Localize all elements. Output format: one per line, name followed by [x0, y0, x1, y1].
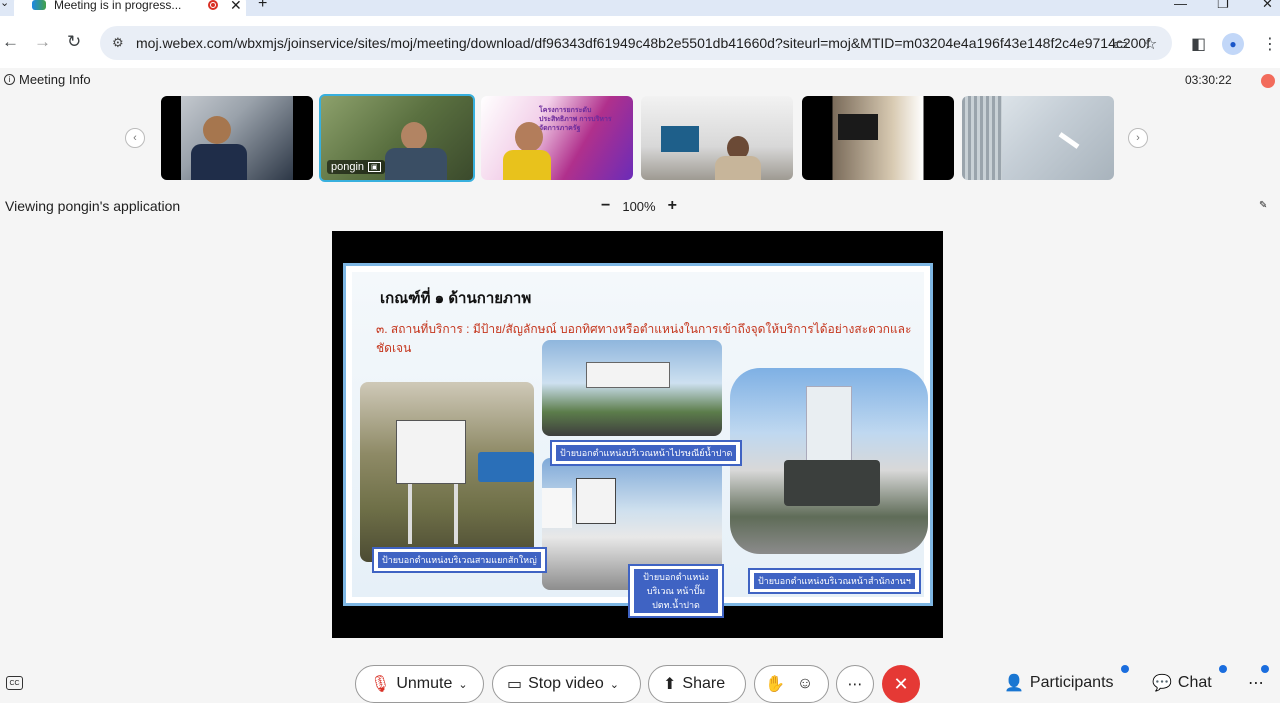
- share-view-bar: Viewing pongin's application − 100% + ✎: [0, 196, 1280, 216]
- video-camera-icon: ▭: [507, 676, 523, 693]
- more-panels-button[interactable]: ⋯: [1248, 673, 1264, 693]
- stop-video-button[interactable]: ▭ Stop video ⌄: [492, 665, 641, 703]
- caption-gas-station: ป้ายบอกตำแหน่งบริเวณ หน้าปั๊ม ปตท.น้ำปาด: [628, 564, 724, 618]
- minimize-window-icon[interactable]: —: [1174, 0, 1187, 11]
- more-dots-icon: ⋯: [847, 676, 863, 693]
- slide-photo-post-office-sign: [542, 340, 722, 436]
- back-icon[interactable]: ←: [2, 32, 19, 52]
- participant-video-pongin[interactable]: pongin ▣: [319, 94, 475, 182]
- site-settings-icon[interactable]: ⚙: [112, 35, 124, 51]
- sharing-screen-icon: ▣: [368, 162, 381, 172]
- chat-bubble-icon: 💬: [1152, 675, 1172, 692]
- close-window-icon[interactable]: ✕: [1262, 0, 1273, 12]
- more-notification-dot: [1261, 665, 1269, 673]
- participant-video-1[interactable]: [161, 96, 313, 180]
- zoom-control: − 100% +: [601, 197, 677, 215]
- strip-previous-icon[interactable]: ‹: [125, 128, 145, 148]
- participant-video-6[interactable]: [962, 96, 1114, 180]
- slide-photo-office-building: [730, 368, 928, 554]
- reactions-emoji-icon[interactable]: ☺: [797, 675, 813, 693]
- zoom-level: 100%: [622, 198, 656, 214]
- browser-tab-meeting[interactable]: Meeting is in progress... ✕: [14, 0, 246, 16]
- browser-menu-icon[interactable]: ⋮: [1262, 34, 1278, 54]
- participant-video-4[interactable]: [641, 96, 793, 180]
- new-tab-button[interactable]: +: [258, 0, 267, 13]
- meeting-info-label: Meeting Info: [19, 72, 91, 87]
- participant-name-label: pongin ▣: [327, 160, 385, 174]
- caption-junction: ป้ายบอกตำแหน่งบริเวณสามแยกสักใหญ่: [372, 547, 547, 573]
- caption-post-office: ป้ายบอกตำแหน่งบริเวณหน้าไปรษณีย์น้ำปาด: [550, 440, 743, 466]
- slide-photo-junction-sign: [360, 382, 534, 562]
- chat-button[interactable]: 💬 Chat: [1152, 673, 1212, 693]
- participant-video-3[interactable]: โครงการยกระดับประสิทธิภาพ การบริหารจัดกา…: [481, 96, 633, 180]
- muted-mic-icon: 🎙: [370, 676, 391, 693]
- forward-icon[interactable]: →: [34, 32, 51, 52]
- participants-notification-dot: [1121, 665, 1129, 673]
- participant-video-5[interactable]: [802, 96, 954, 180]
- chat-notification-dot: [1219, 665, 1227, 673]
- viewing-label: Viewing pongin's application: [5, 198, 181, 214]
- more-dots-icon: ⋯: [1248, 675, 1264, 692]
- chevron-down-icon[interactable]: ⌄: [610, 678, 619, 691]
- restore-window-icon[interactable]: ❐: [1217, 0, 1229, 12]
- share-button[interactable]: ⬆ Share: [648, 665, 746, 703]
- bookmark-star-icon[interactable]: ☆: [1143, 34, 1157, 54]
- slide-title: เกณฑ์ที่ ๑ ด้านกายภาพ: [380, 290, 532, 307]
- reload-icon[interactable]: ↻: [67, 32, 81, 52]
- meeting-timer: 03:30:22: [1185, 73, 1232, 87]
- close-icon: ✕: [893, 673, 909, 694]
- camera-in-use-icon[interactable]: ▭: [1113, 34, 1128, 54]
- tab-search-chevron-icon[interactable]: ⌄: [0, 0, 9, 9]
- participants-icon: 👤: [1004, 675, 1024, 692]
- shared-slide: เกณฑ์ที่ ๑ ด้านกายภาพ ๓. สถานที่บริการ :…: [343, 263, 933, 618]
- popout-share-icon[interactable]: ✎: [1259, 200, 1267, 211]
- strip-next-icon[interactable]: ›: [1128, 128, 1148, 148]
- zoom-out-button[interactable]: −: [601, 197, 610, 215]
- meeting-info-button[interactable]: i Meeting Info: [4, 72, 91, 87]
- participants-button[interactable]: 👤 Participants: [1004, 673, 1114, 693]
- browser-toolbar: ← → ↻ moj.webex.com/wbxmjs/joinservice/s…: [0, 16, 1280, 68]
- info-icon: i: [4, 74, 15, 85]
- share-screen-icon: ⬆: [663, 676, 677, 693]
- reactions-group: ✋ ☺: [754, 665, 829, 703]
- caption-office: ป้ายบอกตำแหน่งบริเวณหน้าสำนักงานฯ: [748, 568, 921, 594]
- close-tab-icon[interactable]: ✕: [230, 0, 246, 14]
- recording-status-icon[interactable]: [1261, 74, 1275, 88]
- webex-favicon-icon: [32, 0, 46, 10]
- recording-indicator-icon: [208, 0, 218, 10]
- tab-title: Meeting is in progress...: [54, 0, 182, 12]
- unmute-button[interactable]: 🎙 Unmute ⌄: [355, 665, 484, 703]
- profile-avatar-icon[interactable]: ●: [1222, 33, 1244, 55]
- side-panel-icon[interactable]: ◧: [1191, 34, 1206, 54]
- meeting-top-bar: i Meeting Info 03:30:22: [0, 68, 1280, 92]
- raise-hand-icon[interactable]: ✋: [765, 674, 785, 694]
- url-text: moj.webex.com/wbxmjs/joinservice/sites/m…: [136, 35, 1151, 51]
- chevron-down-icon[interactable]: ⌄: [458, 678, 467, 691]
- browser-tab-bar: ⌄ Meeting is in progress... ✕ + — ❐ ✕: [0, 0, 1280, 16]
- address-bar[interactable]: moj.webex.com/wbxmjs/joinservice/sites/m…: [100, 26, 1172, 60]
- more-options-button[interactable]: ⋯: [836, 665, 874, 703]
- zoom-in-button[interactable]: +: [668, 197, 677, 215]
- leave-meeting-button[interactable]: ✕: [882, 665, 920, 703]
